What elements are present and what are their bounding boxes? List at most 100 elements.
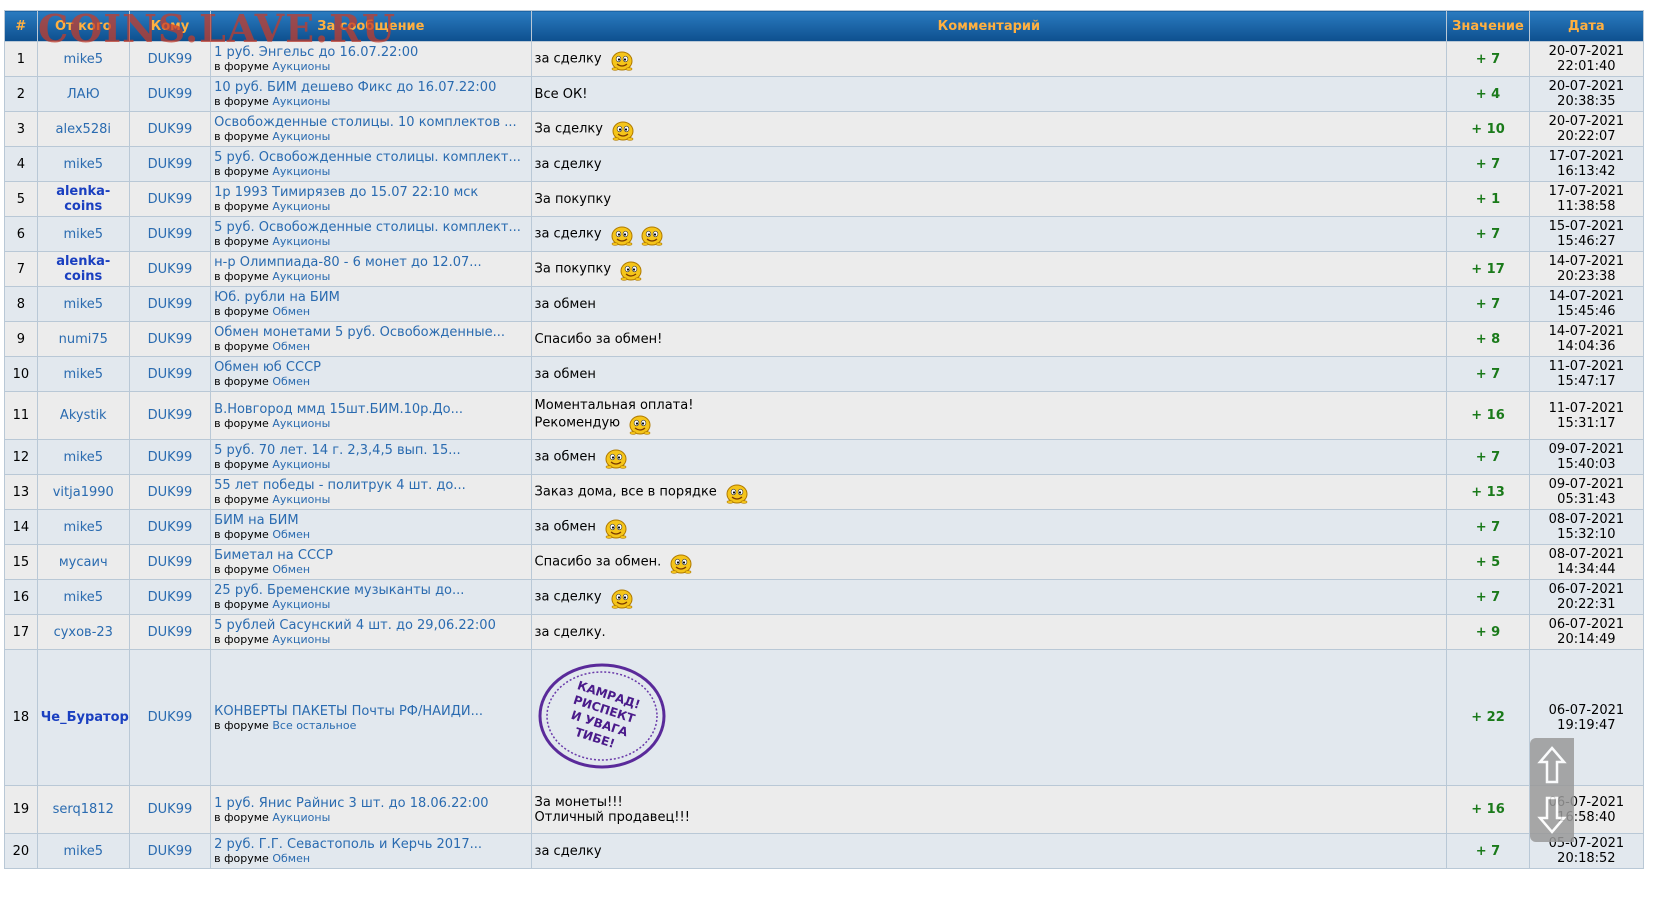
forum-link[interactable]: Обмен: [272, 340, 310, 353]
comment-text: за сделку: [534, 51, 602, 67]
scroll-up-button[interactable]: [1530, 740, 1574, 790]
to-user-link[interactable]: DUK99: [148, 192, 193, 207]
topic-link[interactable]: БИМ на БИМ: [214, 513, 527, 528]
topic-link[interactable]: 5 рублей Сасунский 4 шт. до 29,06.22:00: [214, 618, 527, 633]
forum-link[interactable]: Все остальное: [272, 719, 356, 732]
to-user-link[interactable]: DUK99: [148, 520, 193, 535]
comment-cell: КАМРАД! РИСПЕКТ И УВАГА ТИБЕ!: [530, 649, 1448, 786]
to-user-link[interactable]: DUK99: [148, 450, 193, 465]
to-user-link[interactable]: DUK99: [148, 625, 193, 640]
from-user-link[interactable]: ЛАЮ: [67, 87, 100, 102]
forum-link[interactable]: Аукционы: [272, 811, 330, 824]
to-user-link[interactable]: DUK99: [148, 485, 193, 500]
topic-link[interactable]: 1 руб. Энгельс до 16.07.22:00: [214, 45, 527, 60]
topic-link[interactable]: 5 руб. Освобожденные столицы. комплект..…: [214, 150, 527, 165]
from-user-link[interactable]: alenka-coins: [56, 184, 110, 214]
forum-line: в форуме Аукционы: [214, 493, 527, 506]
topic-link[interactable]: Освобожденные столицы. 10 комплектов ...: [214, 115, 527, 130]
col-to-header[interactable]: Кому: [128, 10, 212, 42]
row-number: 4: [4, 146, 38, 182]
from-user-link[interactable]: vitja1990: [53, 485, 114, 500]
table-row: 13 vitja1990 DUK99 55 лет победы - политрук…: [4, 474, 1645, 510]
date-cell: 06-07-2021 20:14:49: [1528, 614, 1645, 650]
forum-link[interactable]: Аукционы: [272, 165, 330, 178]
topic-link[interactable]: В.Новгород ммд 15шт.БИМ.10р.До...: [214, 402, 527, 417]
topic-link[interactable]: н-р Олимпиада-80 - 6 монет до 12.07...: [214, 255, 527, 270]
forum-link[interactable]: Обмен: [272, 852, 310, 865]
to-user-link[interactable]: DUK99: [148, 122, 193, 137]
col-number-header[interactable]: #: [4, 10, 38, 42]
from-user-link[interactable]: alenka-coins: [56, 254, 110, 284]
to-user-link[interactable]: DUK99: [148, 555, 193, 570]
forum-link[interactable]: Аукционы: [272, 493, 330, 506]
date-cell: 20-07-2021 22:01:40: [1528, 41, 1645, 77]
from-user-link[interactable]: mike5: [63, 590, 103, 605]
topic-link[interactable]: 1 руб. Янис Райнис 3 шт. до 18.06.22:00: [214, 796, 527, 811]
from-user-link[interactable]: mike5: [63, 227, 103, 242]
from-user-link[interactable]: serq1812: [53, 802, 114, 817]
from-user-link[interactable]: mike5: [63, 297, 103, 312]
topic-link[interactable]: КОНВЕРТЫ ПАКЕТЫ Почты РФ/НАЙДИ...: [214, 704, 527, 719]
to-user-link[interactable]: DUK99: [148, 87, 193, 102]
forum-link[interactable]: Аукционы: [272, 235, 330, 248]
to-user-link[interactable]: DUK99: [148, 262, 193, 277]
forum-link[interactable]: Аукционы: [272, 60, 330, 73]
comment-cell: За монеты!!! Отличный продавец!!!: [530, 785, 1448, 834]
from-user-link[interactable]: сухов-23: [54, 625, 113, 640]
from-user-link[interactable]: mike5: [63, 367, 103, 382]
topic-link[interactable]: Обмен юб СССР: [214, 360, 527, 375]
forum-link[interactable]: Аукционы: [272, 130, 330, 143]
from-user-link[interactable]: mike5: [63, 52, 103, 67]
forum-link[interactable]: Аукционы: [272, 95, 330, 108]
col-comment-header[interactable]: Комментарий: [530, 10, 1448, 42]
forum-link[interactable]: Обмен: [272, 528, 310, 541]
from-user-link[interactable]: мусаич: [59, 555, 108, 570]
topic-link[interactable]: 5 руб. Освобожденные столицы. комплект..…: [214, 220, 527, 235]
forum-link[interactable]: Аукционы: [272, 200, 330, 213]
from-user-link[interactable]: Akystik: [60, 408, 107, 423]
to-user-link[interactable]: DUK99: [148, 227, 193, 242]
from-user-link[interactable]: mike5: [63, 157, 103, 172]
to-user-link[interactable]: DUK99: [148, 297, 193, 312]
col-value-header[interactable]: Значение: [1446, 10, 1530, 42]
forum-link[interactable]: Обмен: [272, 563, 310, 576]
col-message-header[interactable]: За сообщение: [210, 10, 532, 42]
forum-link[interactable]: Аукционы: [272, 633, 330, 646]
from-user-link[interactable]: Че_Буратор: [41, 710, 129, 725]
forum-link[interactable]: Аукционы: [272, 598, 330, 611]
topic-link[interactable]: 10 руб. БИМ дешево Фикс до 16.07.22:00: [214, 80, 527, 95]
to-user-link[interactable]: DUK99: [148, 590, 193, 605]
topic-link[interactable]: Обмен монетами 5 руб. Освобожденные...: [214, 325, 527, 340]
col-from-header[interactable]: От кого: [36, 10, 130, 42]
scroll-down-button[interactable]: [1530, 790, 1574, 840]
to-user-link[interactable]: DUK99: [148, 332, 193, 347]
from-user-link[interactable]: mike5: [63, 450, 103, 465]
from-user-link[interactable]: mike5: [63, 844, 103, 859]
to-user-link[interactable]: DUK99: [148, 367, 193, 382]
to-user-link[interactable]: DUK99: [148, 408, 193, 423]
to-user-link[interactable]: DUK99: [148, 157, 193, 172]
topic-link[interactable]: Юб. рубли на БИМ: [214, 290, 527, 305]
forum-link[interactable]: Обмен: [272, 375, 310, 388]
smile-icon: [610, 224, 633, 246]
topic-link[interactable]: 1р 1993 Тимирязев до 15.07 22:10 мск: [214, 185, 527, 200]
topic-link[interactable]: 55 лет победы - политрук 4 шт. до...: [214, 478, 527, 493]
topic-link[interactable]: 25 руб. Бременские музыканты до...: [214, 583, 527, 598]
to-user-link[interactable]: DUK99: [148, 844, 193, 859]
from-user-link[interactable]: numi75: [59, 332, 108, 347]
topic-link[interactable]: 5 руб. 70 лет. 14 г. 2,3,4,5 вып. 15...: [214, 443, 527, 458]
forum-link[interactable]: Обмен: [272, 305, 310, 318]
forum-link[interactable]: Аукционы: [272, 417, 330, 430]
to-user-link[interactable]: DUK99: [148, 52, 193, 67]
from-user-link[interactable]: mike5: [63, 520, 103, 535]
smile-icon: [604, 517, 627, 539]
forum-link[interactable]: Аукционы: [272, 458, 330, 471]
topic-link[interactable]: Биметал на СССР: [214, 548, 527, 563]
to-user-link[interactable]: DUK99: [148, 802, 193, 817]
stamp-image: КАМРАД! РИСПЕКТ И УВАГА ТИБЕ!: [537, 662, 667, 774]
from-user-link[interactable]: alex528i: [56, 122, 111, 137]
to-user-link[interactable]: DUK99: [148, 710, 193, 725]
col-date-header[interactable]: Дата: [1528, 10, 1645, 42]
forum-link[interactable]: Аукционы: [272, 270, 330, 283]
topic-link[interactable]: 2 руб. Г.Г. Севастополь и Керчь 2017...: [214, 837, 527, 852]
